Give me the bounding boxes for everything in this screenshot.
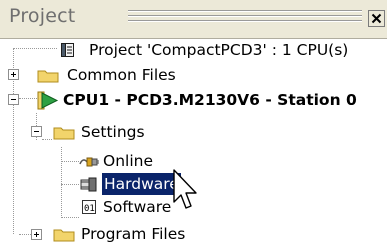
project-tree[interactable]: Project 'CompactPCD3' : 1 CPU(s) Common …	[0, 39, 387, 244]
tree-item-common-files-label: Common Files	[67, 66, 176, 84]
software-icon: 01	[82, 200, 96, 214]
plus-icon	[34, 232, 39, 237]
folder-icon	[53, 229, 75, 242]
tree-item-settings[interactable]: Settings	[0, 121, 387, 143]
cpu-play-icon	[37, 91, 59, 110]
svg-text:01: 01	[84, 204, 95, 214]
collapse-button[interactable]	[31, 126, 42, 137]
tree-item-software-label: Software	[103, 198, 172, 216]
minus-icon	[34, 131, 39, 132]
tree-item-project[interactable]: Project 'CompactPCD3' : 1 CPU(s)	[0, 39, 387, 61]
tree-item-cpu1-label: CPU1 - PCD3.M2130V6 - Station 0	[63, 91, 357, 109]
hardware-connector-icon	[80, 177, 97, 192]
tree-item-program-files-label: Program Files	[81, 225, 186, 243]
project-panel: Project Project 'CompactPCD3': 1 CPU(s)…	[0, 0, 387, 244]
tree-item-common-files[interactable]: Common Files	[0, 64, 387, 86]
tree-item-hardware-label: Hardware	[101, 172, 182, 196]
tree-item-settings-label: Settings	[81, 123, 145, 141]
close-button[interactable]	[368, 10, 385, 27]
folder-icon	[37, 70, 59, 83]
panel-title-bar[interactable]: Project	[0, 0, 387, 38]
collapse-button[interactable]	[8, 94, 19, 105]
tree-item-project-label: Project 'CompactPCD3' : 1 CPU(s)	[89, 41, 349, 59]
tree-item-cpu1[interactable]: CPU1 - PCD3.M2130V6 - Station 0	[0, 89, 387, 111]
tree-item-online-label: Online	[103, 152, 153, 170]
title-bar-grip[interactable]	[128, 10, 362, 28]
close-icon	[368, 10, 385, 27]
tree-item-program-files[interactable]: Program Files	[0, 223, 387, 245]
expand-button[interactable]	[31, 229, 42, 240]
minus-icon	[11, 99, 16, 100]
plus-icon	[11, 72, 16, 77]
panel-title: Project	[9, 5, 76, 27]
online-plug-icon	[79, 157, 99, 167]
mouse-pointer-icon	[173, 169, 197, 209]
folder-open-icon	[53, 127, 75, 140]
expand-button[interactable]	[8, 69, 19, 80]
project-file-icon	[61, 43, 74, 57]
